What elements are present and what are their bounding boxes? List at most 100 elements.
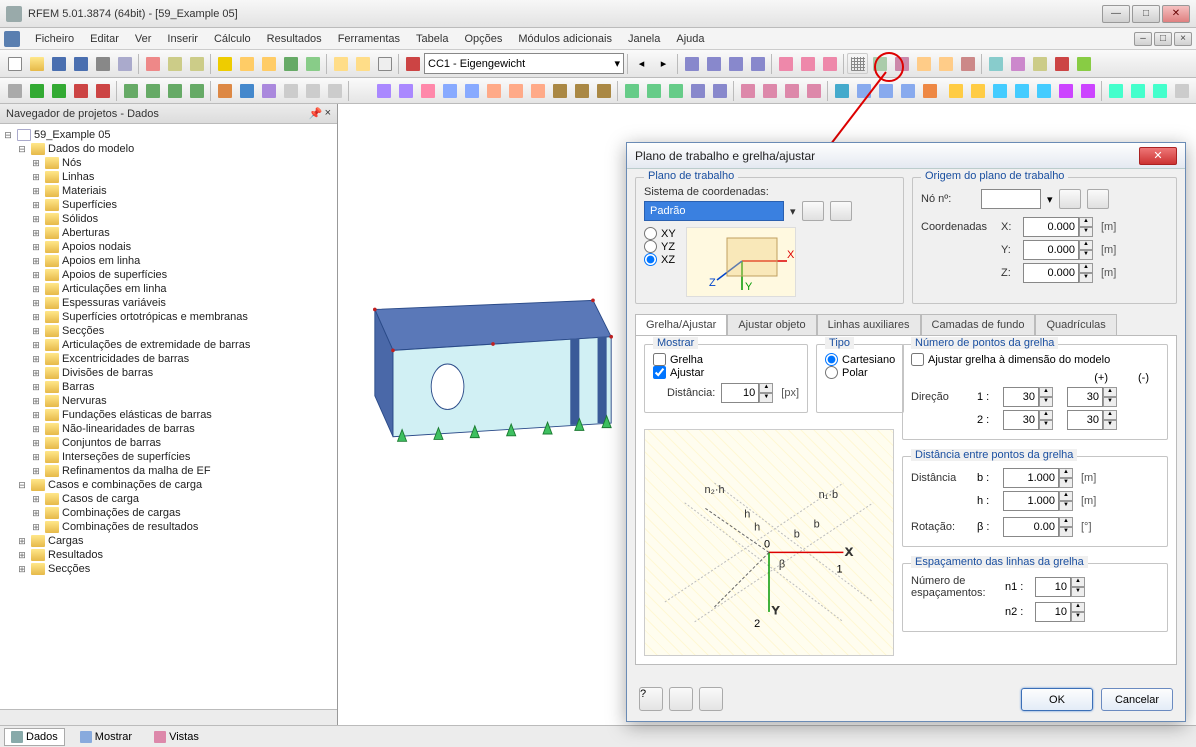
t2-62[interactable] (989, 80, 1010, 101)
menu-tabela[interactable]: Tabela (409, 31, 455, 47)
cancel-button[interactable]: Cancelar (1101, 688, 1173, 711)
tb-view3[interactable] (725, 53, 746, 74)
dialog-reset-button[interactable] (699, 687, 723, 711)
t2-13[interactable] (280, 80, 301, 101)
tb-c3[interactable] (1029, 53, 1050, 74)
node-number-field[interactable] (981, 189, 1041, 209)
tb-next[interactable]: ▸ (653, 53, 674, 74)
t2-54[interactable] (919, 80, 940, 101)
t2-70[interactable] (1105, 80, 1126, 101)
t2-26[interactable] (505, 80, 526, 101)
t2-21[interactable] (395, 80, 416, 101)
tree-twisty-icon[interactable]: ⊞ (30, 312, 42, 323)
tree-twisty-icon[interactable]: ⊞ (16, 536, 28, 547)
tree-item[interactable]: ⊞Articulações de extremidade de barras (30, 338, 335, 352)
menu-calculo[interactable]: Cálculo (207, 31, 258, 47)
tb-c5[interactable] (1073, 53, 1094, 74)
tb-saveall[interactable] (70, 53, 91, 74)
tb-b2[interactable] (891, 53, 912, 74)
tb-table[interactable] (330, 53, 351, 74)
menu-editar[interactable]: Editar (83, 31, 126, 47)
tree-item[interactable]: ⊞Combinações de resultados (30, 520, 335, 534)
tree-item[interactable]: ⊞Barras (30, 380, 335, 394)
origin-z[interactable]: 0.000 (1023, 263, 1079, 283)
node-pick-button[interactable] (1059, 189, 1081, 209)
bottom-tab-mostrar[interactable]: Mostrar (73, 728, 139, 746)
mdi-minimize[interactable]: – (1134, 32, 1152, 46)
tree-item[interactable]: ⊞Articulações em linha (30, 282, 335, 296)
minimize-button[interactable]: — (1102, 5, 1130, 23)
tree-twisty-icon[interactable]: ⊞ (30, 284, 42, 295)
tree-twisty-icon[interactable]: ⊞ (30, 452, 42, 463)
app-menu-icon[interactable] (4, 31, 20, 47)
tree-item[interactable]: ⊞Cargas (16, 534, 335, 548)
tb-report[interactable] (374, 53, 395, 74)
t2-04[interactable] (70, 80, 91, 101)
tree-item[interactable]: ⊞Interseções de superfícies (30, 450, 335, 464)
tree-item[interactable]: ⊟59_Example 05 (2, 128, 335, 142)
t2-06[interactable] (120, 80, 141, 101)
tb-preview[interactable] (114, 53, 135, 74)
tb-c2[interactable] (1007, 53, 1028, 74)
tab-grid-snap[interactable]: Grelha/Ajustar (635, 314, 727, 335)
t2-08[interactable] (164, 80, 185, 101)
t2-07[interactable] (142, 80, 163, 101)
tree-item[interactable]: ⊞Secções (16, 562, 335, 576)
t2-10[interactable] (214, 80, 235, 101)
tree-item[interactable]: ⊟Casos e combinações de carga (16, 478, 335, 492)
t2-52[interactable] (875, 80, 896, 101)
t2-61[interactable] (967, 80, 988, 101)
tb-b1[interactable] (869, 53, 890, 74)
tb-b5[interactable] (957, 53, 978, 74)
tree-item[interactable]: ⊞Apoios de superfícies (30, 268, 335, 282)
tree-twisty-icon[interactable]: ⊞ (30, 298, 42, 309)
tb-grid-settings[interactable] (847, 53, 868, 74)
tree-item[interactable]: ⊞Refinamentos da malha de EF (30, 464, 335, 478)
t2-24[interactable] (461, 80, 482, 101)
tb-cut[interactable] (142, 53, 163, 74)
coord-edit-button[interactable] (830, 201, 852, 221)
tb-view4[interactable] (747, 53, 768, 74)
t2-66[interactable] (1077, 80, 1098, 101)
tree-item[interactable]: ⊞Não-linearidades de barras (30, 422, 335, 436)
t2-53[interactable] (897, 80, 918, 101)
tree-twisty-icon[interactable]: ⊞ (30, 186, 42, 197)
tree-item[interactable]: ⊞Espessuras variáveis (30, 296, 335, 310)
tree-twisty-icon[interactable]: ⊞ (30, 382, 42, 393)
dir1-minus[interactable]: 30 (1067, 387, 1103, 407)
tab-guidelines[interactable]: Linhas auxiliares (817, 314, 921, 335)
tree-twisty-icon[interactable]: ⊞ (30, 172, 42, 183)
dialog-edit-button[interactable] (669, 687, 693, 711)
tree-item[interactable]: ⊞Fundações elásticas de barras (30, 408, 335, 422)
t2-20[interactable] (373, 80, 394, 101)
tree-twisty-icon[interactable]: ⊞ (30, 494, 42, 505)
check-grid[interactable]: Grelha (653, 353, 799, 366)
t2-50[interactable] (831, 80, 852, 101)
tree-item[interactable]: ⊟Dados do modelo (16, 142, 335, 156)
maximize-button[interactable]: □ (1132, 5, 1160, 23)
tb-flag[interactable] (402, 53, 423, 74)
sidebar-close-icon[interactable]: × (325, 107, 331, 120)
snap-dist-field[interactable]: 10 (721, 383, 759, 403)
t2-31[interactable] (621, 80, 642, 101)
tb-select[interactable] (214, 53, 235, 74)
tb-prev[interactable]: ◂ (631, 53, 652, 74)
tree-item[interactable]: ⊞Superfícies (30, 198, 335, 212)
loadcase-combo[interactable]: CC1 - Eigengewicht▾ (424, 53, 624, 74)
tree-twisty-icon[interactable]: ⊞ (30, 410, 42, 421)
tree-item[interactable]: ⊞Nós (30, 156, 335, 170)
tb-a3[interactable] (819, 53, 840, 74)
tree-twisty-icon[interactable]: ⊟ (16, 144, 28, 155)
mdi-close[interactable]: × (1174, 32, 1192, 46)
radio-polar[interactable]: Polar (825, 366, 895, 379)
tb-new[interactable] (4, 53, 25, 74)
t2-14[interactable] (302, 80, 323, 101)
menu-resultados[interactable]: Resultados (260, 31, 329, 47)
tree-twisty-icon[interactable]: ⊞ (30, 270, 42, 281)
tree-item[interactable]: ⊞Superfícies ortotrópicas e membranas (30, 310, 335, 324)
tb-props[interactable] (352, 53, 373, 74)
tb-mesh[interactable] (302, 53, 323, 74)
t2-02[interactable] (26, 80, 47, 101)
t2-01[interactable] (4, 80, 25, 101)
ok-button[interactable]: OK (1021, 688, 1093, 711)
